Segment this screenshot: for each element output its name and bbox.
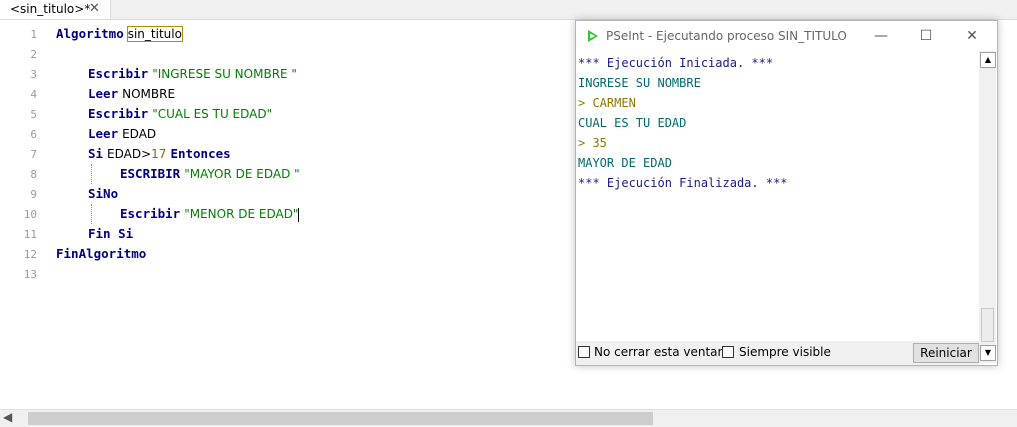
scroll-left-icon[interactable]: ◀ — [3, 410, 12, 424]
tab-title: <sin_titulo>* — [10, 2, 91, 16]
line-number: 7 — [30, 148, 37, 161]
siempre-visible-checkbox[interactable] — [722, 346, 734, 358]
siempre-visible-label: Siempre visible — [739, 345, 831, 359]
console-line: > CARMEN — [578, 96, 636, 110]
keyword: SiNo — [88, 186, 119, 201]
keyword: Escribir — [88, 106, 149, 121]
line-number: 1 — [30, 28, 37, 41]
keyword: Leer — [88, 126, 119, 141]
line-number: 12 — [23, 248, 37, 261]
scrollbar-thumb[interactable] — [981, 308, 994, 342]
number-literal: 17 — [151, 147, 167, 161]
line-number: 13 — [23, 268, 37, 281]
keyword: FinAlgoritmo — [56, 246, 147, 261]
string-literal: "INGRESE SU NOMBRE " — [152, 67, 297, 81]
window-title: PSeInt - Ejecutando proceso SIN_TITULO — [606, 29, 847, 43]
no-cerrar-checkbox[interactable] — [578, 346, 590, 358]
window-titlebar[interactable]: PSeInt - Ejecutando proceso SIN_TITULO —… — [576, 21, 997, 51]
keyword: Fin Si — [88, 226, 134, 241]
identifier: EDAD> — [107, 147, 152, 161]
execution-window: PSeInt - Ejecutando proceso SIN_TITULO —… — [575, 20, 998, 366]
text-cursor — [298, 207, 300, 222]
console-output[interactable]: *** Ejecución Iniciada. *** INGRESE SU N… — [576, 51, 979, 341]
console-line: > 35 — [578, 136, 607, 150]
no-cerrar-label: No cerrar esta ventana — [594, 345, 733, 359]
line-number: 8 — [30, 168, 37, 181]
console-line: *** Ejecución Finalizada. *** — [578, 176, 788, 190]
console-line: *** Ejecución Iniciada. *** — [578, 56, 774, 70]
indent-guide — [91, 164, 92, 184]
horizontal-scrollbar[interactable]: ◀ — [0, 409, 1017, 427]
identifier: NOMBRE — [122, 87, 176, 101]
line-number: 10 — [23, 208, 37, 221]
keyword: Entonces — [170, 146, 231, 161]
tab-bar: <sin_titulo>* ✕ — [0, 0, 1017, 20]
line-number: 5 — [30, 108, 37, 121]
identifier: EDAD — [122, 127, 157, 141]
string-literal: "MENOR DE EDAD" — [184, 207, 299, 221]
close-tab-icon[interactable]: ✕ — [89, 1, 100, 16]
console-line: INGRESE SU NOMBRE — [578, 76, 701, 90]
maximize-button[interactable]: ☐ — [911, 25, 941, 47]
line-number: 11 — [23, 228, 37, 241]
scrollbar-thumb[interactable] — [28, 412, 653, 425]
pseint-logo-icon — [588, 30, 598, 42]
minimize-button[interactable]: — — [866, 25, 896, 47]
keyword: Escribir — [88, 66, 149, 81]
line-number: 4 — [30, 88, 37, 101]
keyword: Escribir — [120, 206, 181, 221]
window-footer: No cerrar esta ventana Siempre visible R… — [576, 341, 979, 365]
vertical-scrollbar[interactable]: ▲ ▼ — [979, 51, 996, 363]
console-line: MAYOR DE EDAD — [578, 156, 672, 170]
algorithm-name: sin_titulo — [126, 26, 183, 42]
close-window-button[interactable]: ✕ — [957, 25, 987, 47]
line-number: 3 — [30, 68, 37, 81]
line-number: 6 — [30, 128, 37, 141]
string-literal: "CUAL ES TU EDAD" — [152, 107, 273, 121]
reiniciar-button[interactable]: Reiniciar — [913, 343, 979, 363]
indent-guide — [91, 204, 92, 224]
line-number: 2 — [30, 48, 37, 61]
tab-sin-titulo[interactable]: <sin_titulo>* ✕ — [0, 0, 111, 19]
scroll-down-icon[interactable]: ▼ — [980, 345, 996, 361]
string-literal: "MAYOR DE EDAD " — [184, 167, 300, 181]
keyword: ESCRIBIR — [120, 166, 181, 181]
keyword: Algoritmo — [56, 26, 124, 41]
console-line: CUAL ES TU EDAD — [578, 116, 687, 130]
line-number: 9 — [30, 188, 37, 201]
keyword: Leer — [88, 86, 119, 101]
keyword: Si — [88, 146, 104, 161]
scroll-up-icon[interactable]: ▲ — [980, 52, 996, 68]
